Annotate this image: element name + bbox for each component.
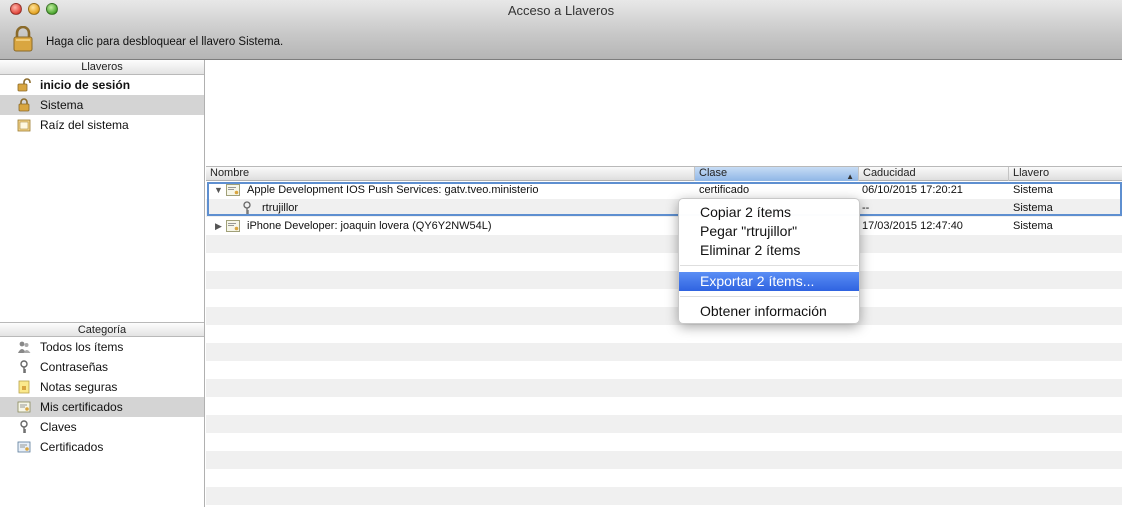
selection-outline — [207, 182, 1122, 216]
zoom-window-button[interactable] — [46, 3, 58, 15]
sidebar-item-system[interactable]: Sistema — [0, 95, 204, 115]
unlocked-padlock-icon — [17, 78, 31, 92]
category-item-label: Todos los ítems — [40, 340, 124, 354]
category-item-label: Certificados — [40, 440, 104, 454]
category-item-my-certificates[interactable]: Mis certificados — [0, 397, 204, 417]
category-item-label: Contraseñas — [40, 360, 109, 374]
empty-row — [206, 469, 1122, 487]
empty-row — [206, 451, 1122, 469]
empty-row — [206, 361, 1122, 379]
empty-row — [206, 325, 1122, 343]
items-table: ▼ Apple Development IOS Push Services: g… — [206, 181, 1122, 507]
empty-row — [206, 397, 1122, 415]
menu-item-delete[interactable]: Eliminar 2 ítems — [679, 241, 859, 260]
empty-row — [206, 379, 1122, 397]
keychains-header: Llaveros — [0, 60, 204, 75]
empty-row — [206, 253, 1122, 271]
key-icon — [20, 420, 28, 433]
folder-icon — [17, 119, 31, 132]
sidebar-item-label: inicio de sesión — [40, 78, 131, 92]
people-icon — [18, 341, 31, 353]
category-header: Categoría — [0, 322, 204, 337]
main-panel: Nombre Clase ▲ Caducidad Llavero ▼ Apple… — [206, 60, 1122, 507]
category-section: Categoría Todos los ítems Contraseñas No… — [0, 322, 204, 457]
column-header-expires[interactable]: Caducidad — [859, 167, 1009, 181]
column-header-name[interactable]: Nombre — [206, 167, 695, 181]
menu-item-copy[interactable]: Copiar 2 ítems — [679, 203, 859, 222]
keychains-section: Llaveros inicio de sesión Sistema Raíz d… — [0, 60, 204, 322]
category-item-label: Mis certificados — [40, 400, 123, 414]
menu-item-export[interactable]: Exportar 2 ítems... — [679, 272, 859, 291]
category-item-label: Notas seguras — [40, 380, 118, 394]
menu-separator — [680, 265, 858, 266]
sidebar-item-label: Sistema — [40, 98, 84, 112]
sidebar: Llaveros inicio de sesión Sistema Raíz d… — [0, 60, 205, 507]
empty-row — [206, 307, 1122, 325]
menu-item-paste[interactable]: Pegar "rtrujillor" — [679, 222, 859, 241]
category-item-secure-notes[interactable]: Notas seguras — [0, 377, 204, 397]
menu-item-get-info[interactable]: Obtener información — [679, 302, 859, 321]
close-window-button[interactable] — [10, 3, 22, 15]
category-item-keys[interactable]: Claves — [0, 417, 204, 437]
empty-row — [206, 289, 1122, 307]
minimize-window-button[interactable] — [28, 3, 40, 15]
item-preview-area — [206, 60, 1122, 166]
context-menu: Copiar 2 ítems Pegar "rtrujillor" Elimin… — [678, 198, 860, 324]
certificate-icon — [17, 441, 31, 453]
column-header-class[interactable]: Clase ▲ — [695, 167, 859, 181]
category-item-all[interactable]: Todos los ítems — [0, 337, 204, 357]
empty-row — [206, 487, 1122, 505]
menu-separator — [680, 296, 858, 297]
key-icon — [20, 360, 28, 373]
empty-row — [206, 415, 1122, 433]
cell-keychain: Sistema — [1013, 220, 1053, 232]
lock-icon[interactable] — [11, 26, 35, 52]
table-row[interactable]: ▶ iPhone Developer: joaquin lovera (QY6Y… — [206, 217, 1122, 235]
window-title: Acceso a Llaveros — [507, 3, 615, 18]
column-header-label: Clase — [699, 167, 728, 179]
title-bar: Acceso a Llaveros Haga clic para desbloq… — [0, 0, 1122, 60]
disclosure-collapsed-icon[interactable]: ▶ — [215, 217, 222, 235]
sidebar-item-label: Raíz del sistema — [40, 118, 129, 132]
column-header-keychain[interactable]: Llavero — [1009, 167, 1122, 181]
window-controls — [10, 3, 58, 15]
certificate-icon — [226, 220, 240, 232]
locked-padlock-icon — [18, 98, 30, 112]
cell-name: iPhone Developer: joaquin lovera (QY6Y2N… — [247, 220, 492, 232]
certificate-icon — [17, 401, 31, 413]
empty-row — [206, 343, 1122, 361]
sidebar-item-login[interactable]: inicio de sesión — [0, 75, 204, 95]
empty-row — [206, 433, 1122, 451]
unlock-hint-text[interactable]: Haga clic para desbloquear el llavero Si… — [46, 36, 283, 48]
category-item-label: Claves — [40, 420, 77, 434]
sidebar-item-system-roots[interactable]: Raíz del sistema — [0, 115, 204, 135]
empty-row — [206, 271, 1122, 289]
note-icon — [18, 380, 30, 394]
category-item-passwords[interactable]: Contraseñas — [0, 357, 204, 377]
category-item-certificates[interactable]: Certificados — [0, 437, 204, 457]
cell-expires: 17/03/2015 12:47:40 — [862, 220, 963, 232]
table-header: Nombre Clase ▲ Caducidad Llavero — [206, 166, 1122, 181]
empty-row — [206, 235, 1122, 253]
